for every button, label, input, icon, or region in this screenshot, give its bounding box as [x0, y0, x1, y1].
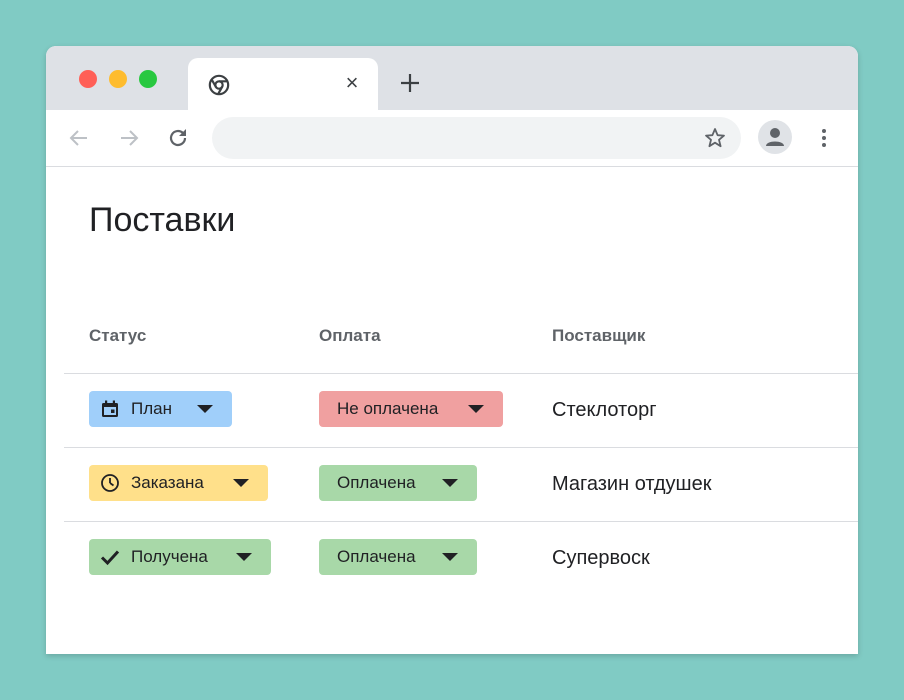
- supplier-name: Супервоск: [552, 547, 650, 569]
- dropdown-arrow-icon: [442, 553, 458, 561]
- payment-label: Оплачена: [337, 473, 416, 492]
- dropdown-arrow-icon: [233, 479, 249, 487]
- status-dropdown[interactable]: Заказана: [89, 465, 268, 501]
- close-tab-icon[interactable]: ×: [340, 71, 364, 95]
- payment-dropdown[interactable]: Оплачена: [319, 465, 477, 501]
- table-divider: [64, 521, 858, 522]
- forward-arrow-icon[interactable]: [117, 126, 141, 150]
- page-content: Поставки Статус Оплата Поставщик План Не…: [46, 167, 858, 654]
- clock-icon: [101, 474, 119, 492]
- column-header-supplier: Поставщик: [552, 326, 646, 345]
- column-header-status: Статус: [89, 326, 147, 345]
- checkmark-icon: [100, 550, 120, 566]
- reload-icon[interactable]: [166, 126, 190, 150]
- table-divider: [64, 373, 858, 374]
- new-tab-plus-icon[interactable]: [398, 71, 422, 95]
- chrome-icon: [208, 74, 230, 96]
- supplier-name: Магазин отдушек: [552, 473, 712, 495]
- page-title: Поставки: [89, 201, 236, 239]
- browser-toolbar: [46, 110, 858, 167]
- back-arrow-icon[interactable]: [67, 126, 91, 150]
- browser-tab[interactable]: ×: [188, 58, 378, 110]
- person-icon: [766, 128, 784, 146]
- payment-dropdown[interactable]: Оплачена: [319, 539, 477, 575]
- payment-label: Оплачена: [337, 547, 416, 566]
- status-label: Получена: [131, 547, 208, 566]
- payment-label: Не оплачена: [337, 399, 439, 418]
- status-label: План: [131, 399, 172, 418]
- dropdown-arrow-icon: [236, 553, 252, 561]
- status-dropdown[interactable]: Получена: [89, 539, 271, 575]
- kebab-menu-icon[interactable]: [812, 126, 836, 150]
- title-bar: ×: [46, 46, 858, 110]
- payment-dropdown[interactable]: Не оплачена: [319, 391, 503, 427]
- address-bar[interactable]: [212, 117, 741, 159]
- status-label: Заказана: [131, 473, 204, 492]
- browser-window: × Поставки Статус Оплата Поставщик План …: [46, 46, 858, 654]
- maximize-window-button[interactable]: [139, 70, 157, 88]
- dropdown-arrow-icon: [197, 405, 213, 413]
- column-header-payment: Оплата: [319, 326, 381, 345]
- calendar-icon: [102, 400, 118, 417]
- dropdown-arrow-icon: [442, 479, 458, 487]
- table-divider: [64, 447, 858, 448]
- dropdown-arrow-icon: [468, 405, 484, 413]
- bookmark-star-icon[interactable]: [703, 126, 727, 150]
- supplier-name: Стеклоторг: [552, 399, 657, 421]
- status-dropdown[interactable]: План: [89, 391, 232, 427]
- profile-avatar[interactable]: [758, 120, 792, 154]
- minimize-window-button[interactable]: [109, 70, 127, 88]
- close-window-button[interactable]: [79, 70, 97, 88]
